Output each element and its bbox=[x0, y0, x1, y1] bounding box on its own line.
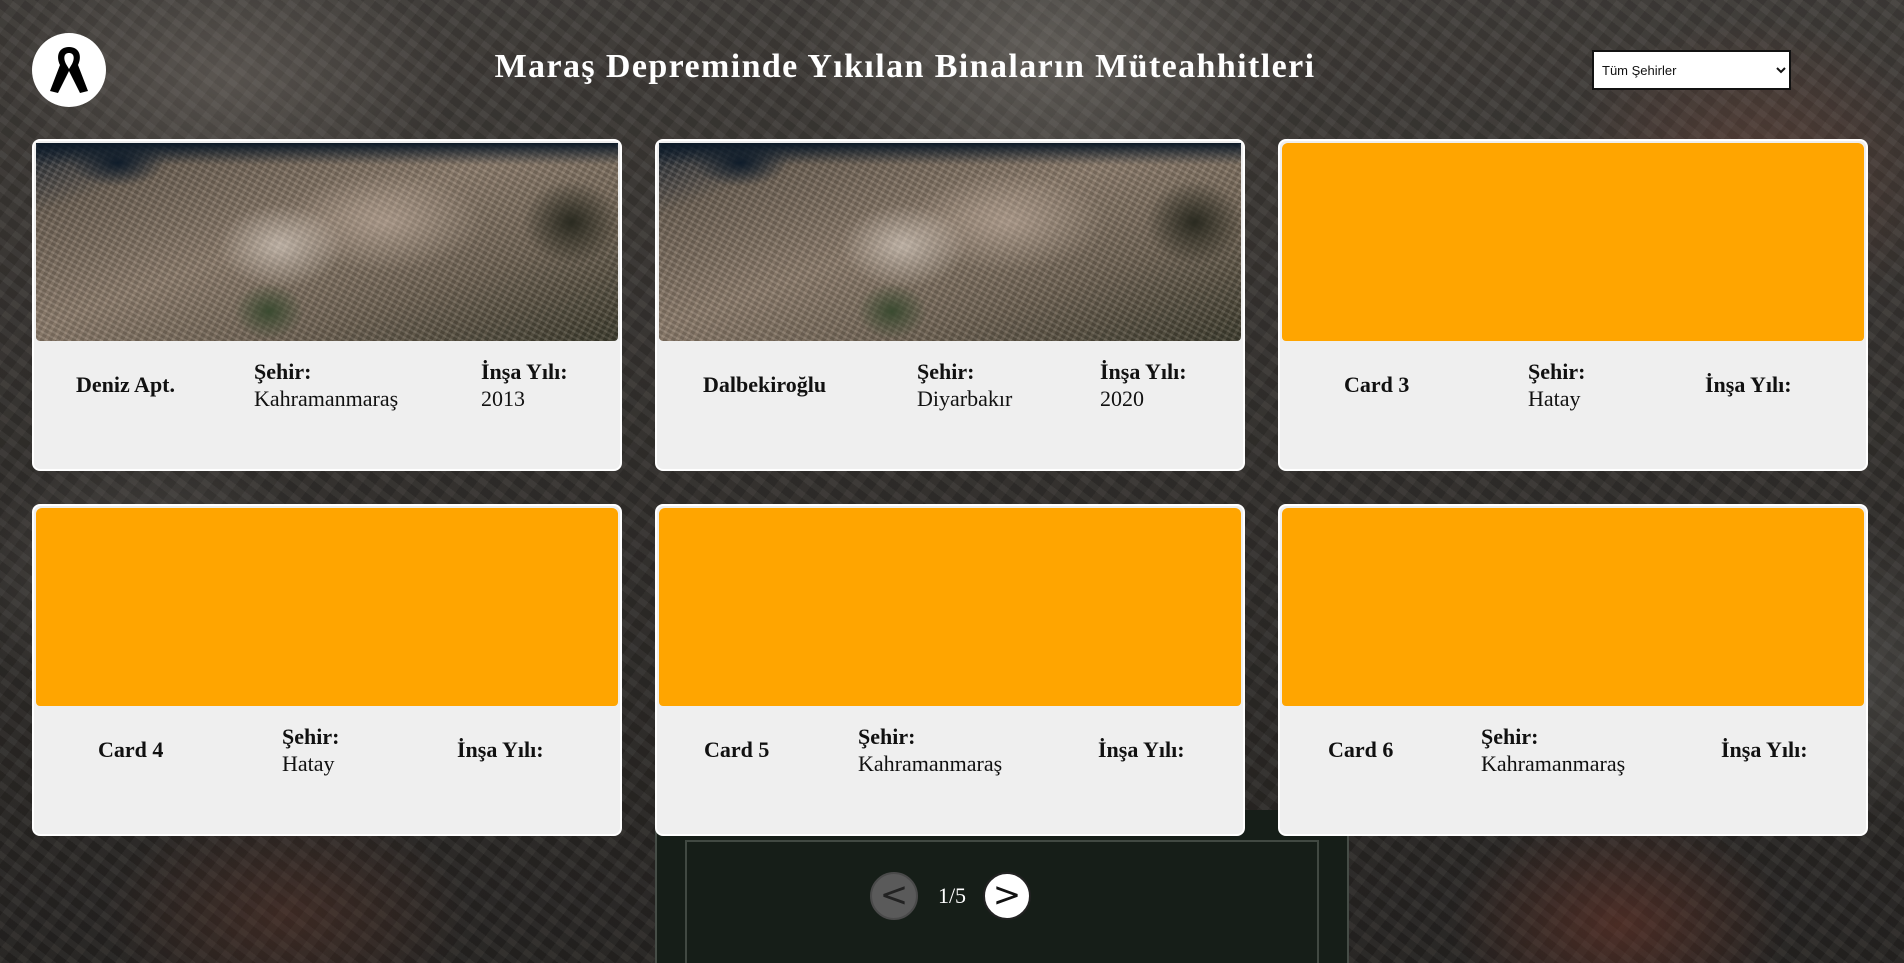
city-filter-select[interactable]: Tüm Şehirler bbox=[1592, 50, 1791, 90]
card-satellite-image bbox=[36, 143, 618, 341]
card-year-label: İnşa Yılı: bbox=[1705, 372, 1792, 397]
card-city-value: Hatay bbox=[1528, 386, 1581, 411]
card-satellite-image bbox=[659, 143, 1241, 341]
card-city-value: Hatay bbox=[282, 751, 335, 776]
card-city-value: Kahramanmaraş bbox=[1481, 751, 1626, 776]
card-city-value: Diyarbakır bbox=[917, 386, 1013, 411]
card-title: Dalbekiroğlu bbox=[703, 372, 827, 397]
card-city-label: Şehir: bbox=[858, 724, 916, 749]
page-indicator: 1/5 bbox=[937, 883, 967, 908]
card-image-placeholder bbox=[1282, 508, 1864, 706]
card-image-placeholder bbox=[659, 508, 1241, 706]
previous-page-button[interactable]: < bbox=[870, 872, 918, 920]
card-city-value: Kahramanmaraş bbox=[254, 386, 399, 411]
card-title: Card 5 bbox=[704, 737, 770, 762]
card-city-label: Şehir: bbox=[1528, 359, 1586, 384]
card-year-value: 2020 bbox=[1100, 386, 1144, 411]
card-year-label: İnşa Yılı: bbox=[457, 737, 544, 762]
card-year-label: İnşa Yılı: bbox=[1721, 737, 1808, 762]
building-card[interactable]: Deniz Apt. Şehir: Kahramanmaraş İnşa Yıl… bbox=[32, 139, 622, 471]
building-card[interactable]: Card 6 Şehir: Kahramanmaraş İnşa Yılı: bbox=[1278, 504, 1868, 836]
card-image-placeholder bbox=[36, 508, 618, 706]
building-card[interactable]: Dalbekiroğlu Şehir: Diyarbakır İnşa Yılı… bbox=[655, 139, 1245, 471]
building-card[interactable]: Card 5 Şehir: Kahramanmaraş İnşa Yılı: bbox=[655, 504, 1245, 836]
card-title: Card 4 bbox=[98, 737, 164, 762]
card-year-value: 2013 bbox=[481, 386, 525, 411]
card-city-label: Şehir: bbox=[917, 359, 975, 384]
card-image-placeholder bbox=[1282, 143, 1864, 341]
next-page-button[interactable]: > bbox=[983, 872, 1031, 920]
card-city-label: Şehir: bbox=[1481, 724, 1539, 749]
building-card[interactable]: Card 3 Şehir: Hatay İnşa Yılı: bbox=[1278, 139, 1868, 471]
card-title: Card 6 bbox=[1328, 737, 1394, 762]
card-city-label: Şehir: bbox=[282, 724, 340, 749]
card-title: Deniz Apt. bbox=[76, 372, 175, 397]
page-title: Maraş Depreminde Yıkılan Binaların Mütea… bbox=[494, 48, 1316, 85]
card-city-value: Kahramanmaraş bbox=[858, 751, 1003, 776]
building-card[interactable]: Card 4 Şehir: Hatay İnşa Yılı: bbox=[32, 504, 622, 836]
card-year-label: İnşa Yılı: bbox=[1098, 737, 1185, 762]
card-year-label: İnşa Yılı: bbox=[1100, 359, 1187, 384]
card-title: Card 3 bbox=[1344, 372, 1410, 397]
card-year-label: İnşa Yılı: bbox=[481, 359, 568, 384]
card-city-label: Şehir: bbox=[254, 359, 312, 384]
